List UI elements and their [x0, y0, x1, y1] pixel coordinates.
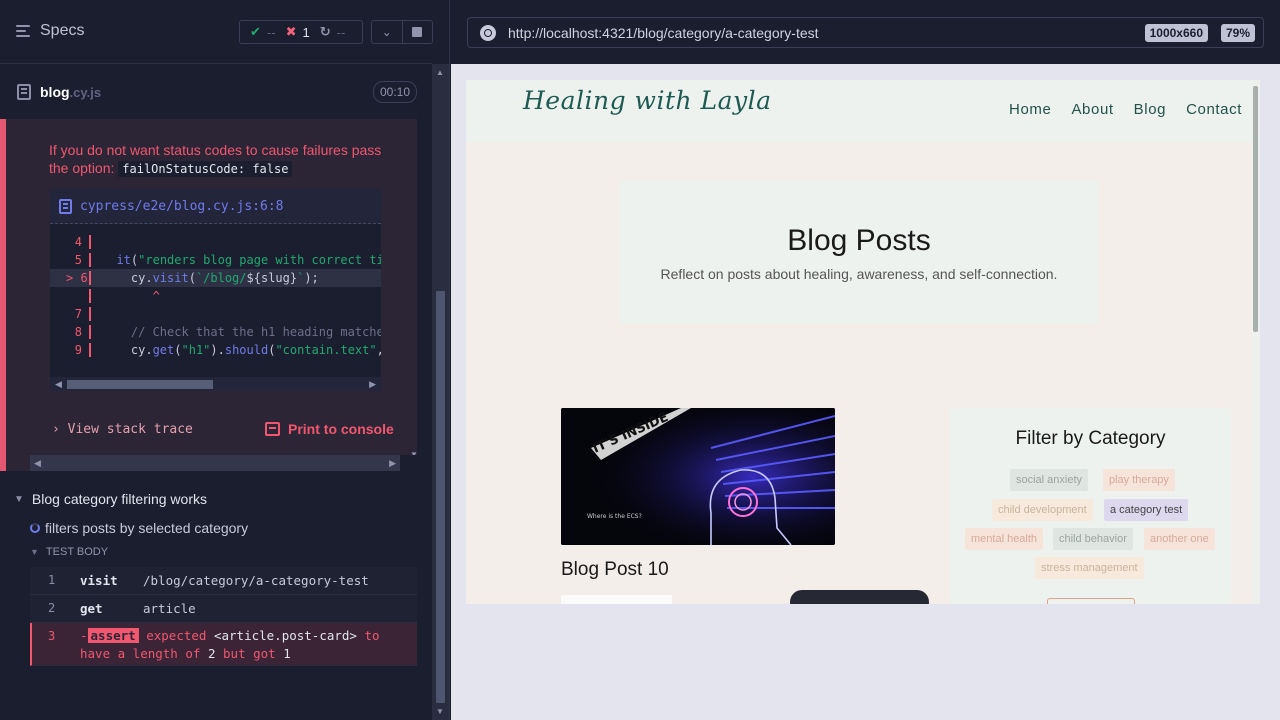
- spec-file-row[interactable]: blog.cy.js 00:10: [0, 65, 432, 119]
- app-preview-panel: http://localhost:4321/blog/category/a-ca…: [451, 0, 1280, 720]
- category-filter: Filter by Category social anxiety play t…: [950, 408, 1231, 604]
- code-line-highlighted: > 6 cy.visit(`/blog/${slug}`);: [50, 269, 381, 287]
- code-line: 5 it("renders blog page with correct tit…: [74, 253, 381, 267]
- app-under-test-frame: Healing with Layla Home About Blog Conta…: [466, 80, 1260, 604]
- viewport-size-badge[interactable]: 1000x660: [1144, 24, 1208, 42]
- globe-icon: [480, 24, 496, 41]
- passed-check-icon: ✔: [250, 24, 261, 39]
- url-bar[interactable]: http://localhost:4321/blog/category/a-ca…: [467, 17, 1264, 48]
- document-icon: [17, 84, 31, 100]
- spec-duration: 00:10: [372, 81, 417, 103]
- stop-icon: [412, 27, 423, 37]
- pending-count: --: [336, 24, 346, 40]
- aut-scrollbar[interactable]: [1252, 80, 1260, 604]
- chevron-down-icon: ▼: [30, 547, 39, 557]
- specs-button[interactable]: Specs: [16, 22, 84, 40]
- page-title: Blog Posts: [787, 224, 931, 257]
- command-message: article: [143, 601, 196, 616]
- filter-title: Filter by Category: [1015, 428, 1166, 449]
- error-code-snippet: failOnStatusCode: false: [118, 161, 293, 177]
- view-stack-trace-button[interactable]: › View stack trace: [52, 422, 193, 437]
- spec-file-name: blog.cy.js: [40, 84, 102, 100]
- page-subtitle: Reflect on posts about healing, awarenes…: [660, 266, 1058, 282]
- failed-x-icon: ✖: [285, 24, 297, 39]
- error-panel: If you do not want status codes to cause…: [0, 119, 417, 471]
- code-frame-header[interactable]: cypress/e2e/blog.cy.js:6:8: [50, 189, 381, 224]
- code-line: ^: [50, 287, 381, 305]
- test-stats: ✔ -- ✖ 1 ↻ --: [239, 20, 363, 44]
- pending-spinner-icon: ↻: [319, 24, 331, 39]
- tag-social-anxiety[interactable]: social anxiety: [1010, 469, 1089, 491]
- specs-label: Specs: [40, 22, 85, 39]
- post-image[interactable]: IT'S INSIDE Where is the ECS?: [561, 408, 835, 545]
- command-row[interactable]: 2 get article: [30, 595, 417, 623]
- command-list: 1 visit /blog/category/a-category-test 2…: [30, 567, 417, 666]
- url-text: http://localhost:4321/blog/category/a-ca…: [508, 24, 819, 41]
- reporter-scrollbar[interactable]: ▲ ▼: [432, 64, 449, 720]
- overlay-toolbar[interactable]: [790, 590, 929, 604]
- code-frame-file: cypress/e2e/blog.cy.js:6:8: [80, 198, 284, 214]
- tag-child-behavior[interactable]: child behavior: [1053, 528, 1133, 550]
- test-body-toggle[interactable]: ▼ TEST BODY: [30, 546, 108, 558]
- reporter-header: Specs ✔ -- ✖ 1 ↻ -- ⌄: [0, 0, 433, 64]
- command-row-failed[interactable]: 3 - assert expected <article.post-card> t…: [30, 623, 417, 666]
- site-nav: Home About Blog Contact: [989, 101, 1242, 118]
- nav-contact[interactable]: Contact: [1186, 101, 1242, 118]
- chevron-down-icon: ▼: [14, 493, 24, 505]
- hero-box: Blog Posts Reflect on posts about healin…: [619, 180, 1099, 324]
- nav-about[interactable]: About: [1071, 101, 1113, 118]
- tag-play-therapy[interactable]: play therapy: [1103, 469, 1175, 491]
- aut-header: http://localhost:4321/blog/category/a-ca…: [451, 0, 1280, 64]
- tag-stress-management[interactable]: stress management: [1035, 557, 1144, 579]
- suite-row[interactable]: ▼ Blog category filtering works: [0, 488, 432, 510]
- stop-button[interactable]: [403, 21, 433, 43]
- failed-count: 1: [302, 24, 310, 40]
- svg-text:Where is the ECS?: Where is the ECS?: [587, 513, 642, 520]
- filter-button[interactable]: [1047, 598, 1135, 604]
- document-icon: [59, 198, 72, 214]
- site-logo[interactable]: Healing with Layla: [523, 86, 772, 115]
- terminal-icon: [265, 422, 280, 436]
- command-name: visit: [80, 573, 118, 588]
- tag-a-category-test[interactable]: a category test: [1104, 499, 1189, 521]
- zoom-badge[interactable]: 79%: [1220, 24, 1255, 42]
- site-header: Healing with Layla Home About Blog Conta…: [466, 80, 1252, 142]
- command-row[interactable]: 1 visit /blog/category/a-category-test: [30, 567, 417, 595]
- code-line: 8 // Check that the h1 heading matches: [74, 325, 381, 339]
- assertion-message: - assert expected <article.post-card> to …: [80, 628, 380, 661]
- code-line: 7: [50, 305, 381, 323]
- command-name: get: [80, 601, 103, 616]
- tag-child-development[interactable]: child development: [992, 499, 1093, 521]
- code-frame: cypress/e2e/blog.cy.js:6:8 4 5 it("rende…: [50, 189, 381, 391]
- assert-badge: assert: [87, 628, 139, 643]
- chevron-down-icon[interactable]: ⌄: [372, 21, 403, 43]
- post-title[interactable]: Blog Post 10: [561, 559, 669, 581]
- code-line: 9 cy.get("h1").should("contain.text",: [74, 343, 381, 357]
- test-title: filters posts by selected category: [45, 520, 249, 536]
- error-message: If you do not want status codes to cause…: [49, 142, 382, 177]
- code-line: 4: [50, 233, 381, 251]
- nav-blog[interactable]: Blog: [1134, 101, 1166, 118]
- print-to-console-button[interactable]: Print to console: [265, 421, 394, 437]
- command-message: /blog/category/a-category-test: [143, 573, 369, 588]
- specs-list-icon: [16, 24, 32, 38]
- error-panel-scrollbar[interactable]: ▼: [408, 119, 417, 459]
- tag-another-one[interactable]: another one: [1144, 528, 1215, 550]
- test-body-label: TEST BODY: [45, 546, 109, 558]
- command-log-panel: Specs ✔ -- ✖ 1 ↻ -- ⌄ blog.cy.js 00:10 If y…: [0, 0, 450, 720]
- suite-title: Blog category filtering works: [31, 491, 207, 507]
- run-controls: ⌄: [371, 20, 433, 44]
- post-excerpt-placeholder: [561, 595, 672, 604]
- test-row[interactable]: filters posts by selected category: [30, 517, 248, 539]
- code-frame-scrollbar[interactable]: ◀ ▶: [50, 377, 381, 391]
- running-spinner-icon: [30, 523, 40, 533]
- nav-home[interactable]: Home: [1009, 101, 1051, 118]
- tag-mental-health[interactable]: mental health: [965, 528, 1044, 550]
- passed-count: --: [266, 24, 276, 40]
- error-horizontal-scrollbar[interactable]: ◀ ▶: [30, 455, 400, 471]
